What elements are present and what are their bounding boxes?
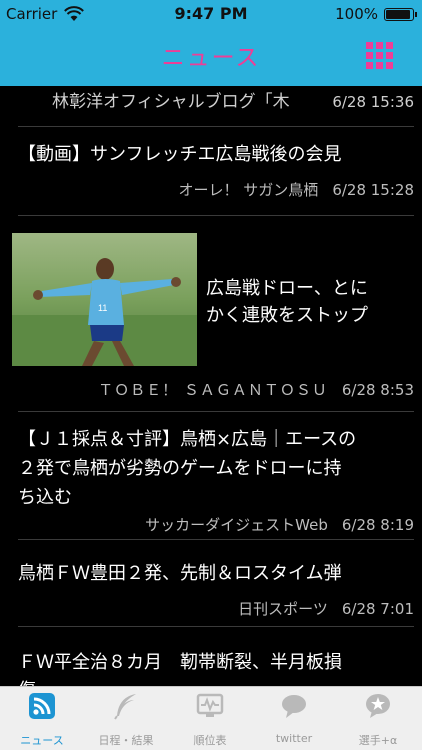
- list-item[interactable]: 鳥栖ＦＷ豊田２発、先制＆ロスタイム弾 日刊スポーツ 6/28 7:01: [0, 540, 422, 626]
- tab-players[interactable]: 選手+α: [336, 687, 420, 750]
- status-bar: Carrier 9:47 PM 100%: [0, 0, 422, 30]
- quill-icon: [114, 694, 136, 720]
- tab-label: twitter: [275, 732, 313, 745]
- article-date: 6/28 15:28: [332, 181, 414, 199]
- tab-label: ニュース: [20, 734, 64, 747]
- article-title: ＦＷ平全治８カ月 靭帯断裂、半月板損 傷: [18, 652, 342, 686]
- article-date: 6/28 8:53: [341, 381, 414, 399]
- article-date: 6/28 8:19: [341, 516, 414, 534]
- page-title: ニュース: [161, 45, 261, 71]
- news-list[interactable]: 林彰洋オフィシャルブログ「木 6/28 15:36 【動画】サンフレッチエ広島戦…: [0, 86, 422, 686]
- star-bubble-icon: [366, 694, 390, 718]
- article-source: オーレ！ サガン鳥栖: [178, 181, 319, 199]
- article-title: 広島戦ドロー、とに かく連敗をストップ: [206, 278, 368, 326]
- tab-label: 日程・結果: [98, 734, 154, 747]
- article-title: 林彰洋オフィシャルブログ「木: [52, 92, 290, 112]
- list-item[interactable]: 11 広島戦ドロー、とに かく連敗をストップ ＴＯＢＥ！ ＳＡＧＡＮＴＯＳＵ 6/…: [0, 216, 422, 411]
- list-item[interactable]: ＦＷ平全治８カ月 靭帯断裂、半月板損 傷: [0, 627, 422, 686]
- chart-monitor-icon: [196, 693, 224, 717]
- list-item[interactable]: 【Ｊ１採点＆寸評】鳥栖×広島｜エースの ２発で鳥栖が劣勢のゲームをドローに持 ち…: [0, 412, 422, 539]
- list-item[interactable]: 【動画】サンフレッチエ広島戦後の会見 オーレ！ サガン鳥栖 6/28 15:28: [0, 127, 422, 216]
- header: Carrier 9:47 PM 100% ニュース: [0, 0, 422, 86]
- article-photo: 11: [12, 233, 197, 366]
- article-title: 鳥栖ＦＷ豊田２発、先制＆ロスタイム弾: [18, 563, 342, 584]
- rss-icon: [29, 693, 55, 719]
- svg-text:11: 11: [98, 303, 107, 313]
- article-date: 6/28 15:36: [332, 93, 414, 111]
- article-source: ＴＯＢＥ！ ＳＡＧＡＮＴＯＳＵ: [98, 381, 328, 399]
- tab-bar: ニュース 日程・結果 順位表 twitter 選手+α: [0, 686, 422, 750]
- tab-schedule[interactable]: 日程・結果: [84, 687, 168, 750]
- tab-label: 順位表: [193, 734, 227, 747]
- tab-news[interactable]: ニュース: [0, 687, 84, 750]
- tab-standings[interactable]: 順位表: [168, 687, 252, 750]
- tab-label: 選手+α: [358, 734, 398, 747]
- speech-bubble-icon: [282, 695, 306, 718]
- article-source: 日刊スポーツ: [238, 600, 328, 618]
- grid-menu-button[interactable]: [366, 42, 393, 69]
- article-source: サッカーダイジェストWeb: [145, 516, 328, 534]
- article-title: 【Ｊ１採点＆寸評】鳥栖×広島｜エースの ２発で鳥栖が劣勢のゲームをドローに持 ち…: [18, 429, 357, 508]
- list-item[interactable]: 林彰洋オフィシャルブログ「木 6/28 15:36: [0, 86, 422, 126]
- battery-percent: 100%: [335, 5, 378, 23]
- article-title: 【動画】サンフレッチエ広島戦後の会見: [18, 144, 342, 165]
- soccer-player-photo: 11: [12, 233, 197, 366]
- article-date: 6/28 7:01: [341, 600, 414, 618]
- battery-icon: [384, 8, 417, 21]
- tab-twitter[interactable]: twitter: [252, 687, 336, 750]
